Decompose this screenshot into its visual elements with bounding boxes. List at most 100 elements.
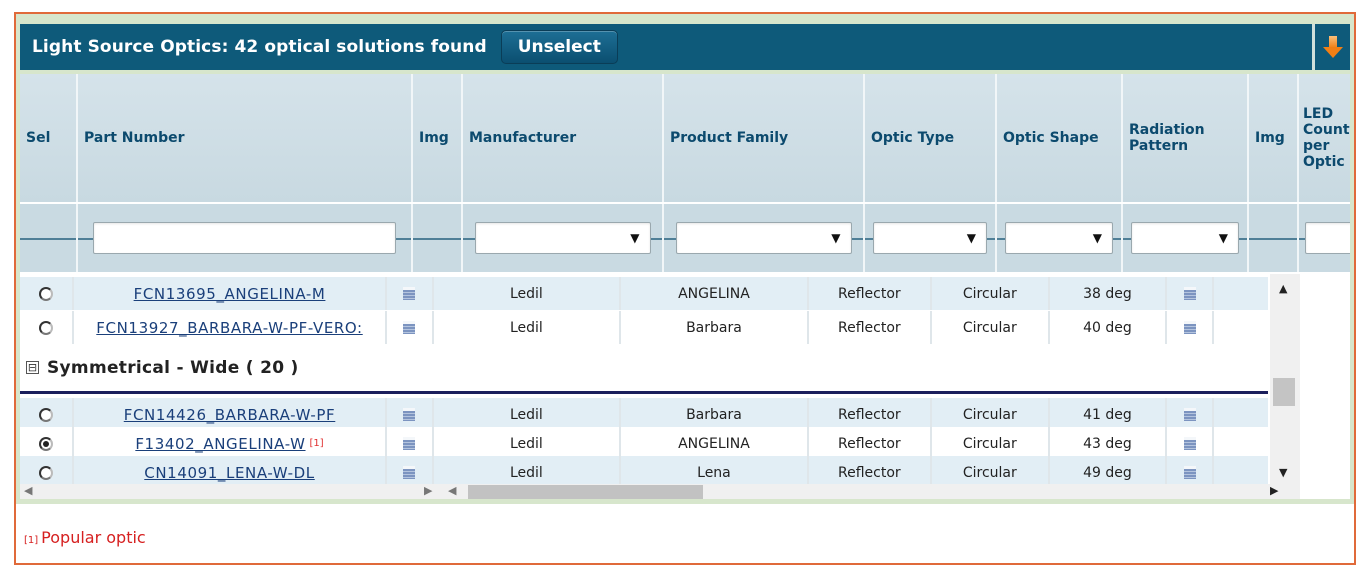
table-row[interactable]: CN14091_LENA-W-DL Ledil Lena Reflector Circu…	[20, 456, 1268, 484]
image-thumbnail-icon[interactable]	[1183, 287, 1196, 300]
col-header-optic-type[interactable]: Optic Type	[865, 74, 997, 202]
grid-body: ⊟ Symmetrical - Wide ( 20 ) FCN13695_ANG…	[20, 274, 1268, 484]
radiation-pattern-cell: 49 deg	[1050, 456, 1168, 484]
image-cell	[1167, 456, 1215, 484]
optic-type-cell: Reflector	[809, 456, 932, 484]
optic-type-filter-select[interactable]: ▼	[873, 222, 987, 254]
image-cell	[1167, 311, 1215, 344]
image-thumbnail-icon[interactable]	[1183, 408, 1196, 421]
part-number-link[interactable]: FCN13695_ANGELINA-M	[134, 285, 326, 303]
led-count-cell	[1214, 311, 1268, 344]
led-count-filter-input[interactable]	[1305, 222, 1350, 254]
image-thumbnail-icon[interactable]	[403, 466, 416, 479]
collapse-toggle-icon[interactable]: ⊟	[26, 361, 39, 374]
optics-grid: Sel Part Number Img Manufacturer Product…	[20, 74, 1350, 499]
radiation-pattern-filter-select[interactable]: ▼	[1131, 222, 1239, 254]
optic-type-cell: Reflector	[809, 277, 932, 310]
image-cell	[387, 311, 434, 344]
product-family-cell: Lena	[621, 456, 809, 484]
filter-cell-led-count	[1299, 204, 1350, 272]
select-cell	[20, 311, 75, 344]
row-select-radio[interactable]	[39, 286, 54, 301]
filter-cell-sel	[20, 204, 78, 272]
image-thumbnail-icon[interactable]	[1183, 466, 1196, 479]
scroll-left-arrow-icon[interactable]: ◀	[24, 484, 32, 497]
vertical-scrollbar[interactable]: ▲ ▼	[1270, 274, 1300, 484]
part-number-link[interactable]: F13402_ANGELINA-W	[135, 435, 305, 453]
product-family-cell: ANGELINA	[621, 277, 809, 310]
image-thumbnail-icon[interactable]	[403, 408, 416, 421]
row-select-radio[interactable]	[39, 407, 54, 422]
col-header-sel[interactable]: Sel	[20, 74, 78, 202]
footnote-mark: [1]	[24, 535, 39, 546]
row-select-radio[interactable]	[39, 320, 54, 335]
part-number-link[interactable]: FCN13927_BARBARA-W-PF-VERO:	[96, 319, 362, 337]
col-header-led-count[interactable]: LED Count per Optic	[1299, 74, 1350, 202]
part-number-cell: CN14091_LENA-W-DL	[74, 456, 387, 484]
scroll-left-arrow-icon[interactable]: ◀	[448, 484, 456, 497]
part-number-filter-input[interactable]	[93, 222, 396, 254]
horizontal-scroll-thumb[interactable]	[468, 485, 703, 499]
filter-row: ▼ ▼ ▼ ▼ ▼	[20, 204, 1350, 272]
manufacturer-cell: Ledil	[434, 456, 622, 484]
row-select-radio[interactable]	[39, 436, 54, 451]
filter-cell-radiation-pattern: ▼	[1123, 204, 1249, 272]
footnote-text: Popular optic	[41, 528, 146, 547]
image-thumbnail-icon[interactable]	[403, 287, 416, 300]
image-thumbnail-icon[interactable]	[403, 321, 416, 334]
scroll-right-arrow-icon[interactable]: ▶	[1270, 484, 1278, 497]
column-header-row: Sel Part Number Img Manufacturer Product…	[20, 74, 1350, 202]
led-count-cell	[1214, 456, 1268, 484]
dropdown-arrow-icon: ▼	[1218, 231, 1228, 245]
image-cell	[387, 277, 434, 310]
filter-cell-img-2	[1249, 204, 1299, 272]
col-header-img-2[interactable]: Img	[1249, 74, 1299, 202]
filter-cell-img	[413, 204, 463, 272]
image-thumbnail-icon[interactable]	[1183, 321, 1196, 334]
image-thumbnail-icon[interactable]	[1183, 437, 1196, 450]
scroll-up-arrow-icon[interactable]: ▲	[1279, 282, 1287, 295]
vertical-scroll-thumb[interactable]	[1273, 378, 1295, 406]
radiation-pattern-cell: 38 deg	[1050, 277, 1168, 310]
col-header-img[interactable]: Img	[413, 74, 463, 202]
optic-shape-filter-select[interactable]: ▼	[1005, 222, 1113, 254]
dropdown-arrow-icon: ▼	[831, 231, 841, 245]
manufacturer-filter-select[interactable]: ▼	[474, 222, 651, 254]
row-select-radio[interactable]	[39, 465, 54, 480]
image-cell	[387, 456, 434, 484]
col-header-manufacturer[interactable]: Manufacturer	[463, 74, 664, 202]
popular-optic-mark: [1]	[309, 438, 324, 449]
group-row-symmetrical-wide[interactable]: ⊟ Symmetrical - Wide ( 20 )	[20, 344, 1268, 394]
manufacturer-cell: Ledil	[434, 277, 622, 310]
main-horizontal-scrollbar[interactable]: ◀ ▶	[440, 484, 1300, 499]
filter-cell-optic-shape: ▼	[997, 204, 1123, 272]
col-header-product-family[interactable]: Product Family	[664, 74, 865, 202]
scroll-down-arrow-icon[interactable]: ▼	[1279, 466, 1287, 479]
results-title: Light Source Optics: 42 optical solution…	[32, 37, 487, 57]
scroll-right-arrow-icon[interactable]: ▶	[424, 484, 432, 497]
col-header-part-number[interactable]: Part Number	[78, 74, 413, 202]
col-header-radiation-pattern[interactable]: Radiation Pattern	[1123, 74, 1249, 202]
frozen-horizontal-scrollbar[interactable]: ◀ ▶	[20, 484, 440, 499]
col-header-optic-shape[interactable]: Optic Shape	[997, 74, 1123, 202]
table-row[interactable]: FCN13695_ANGELINA-M Ledil ANGELINA Reflecto…	[20, 277, 1268, 310]
optic-shape-cell: Circular	[932, 456, 1050, 484]
product-family-filter-select[interactable]: ▼	[675, 222, 852, 254]
product-family-cell: Barbara	[621, 311, 809, 344]
unselect-button[interactable]: Unselect	[500, 30, 618, 64]
image-thumbnail-icon[interactable]	[403, 437, 416, 450]
part-number-cell: FCN13695_ANGELINA-M	[74, 277, 387, 310]
part-number-cell: FCN13927_BARBARA-W-PF-VERO:	[74, 311, 387, 344]
radiation-pattern-cell: 40 deg	[1050, 311, 1168, 344]
optics-results-frame: Light Source Optics: 42 optical solution…	[14, 12, 1356, 565]
dropdown-arrow-icon: ▼	[630, 231, 640, 245]
part-number-link[interactable]: FCN14426_BARBARA-W-PF	[124, 406, 336, 424]
part-number-link[interactable]: CN14091_LENA-W-DL	[144, 464, 314, 482]
optic-type-cell: Reflector	[809, 311, 932, 344]
dropdown-arrow-icon: ▼	[1092, 231, 1102, 245]
table-row[interactable]: FCN13927_BARBARA-W-PF-VERO: Ledil Barbara R…	[20, 311, 1268, 344]
filter-cell-product-family: ▼	[664, 204, 865, 272]
dropdown-arrow-icon: ▼	[966, 231, 976, 245]
filter-cell-optic-type: ▼	[865, 204, 997, 272]
export-button[interactable]	[1312, 24, 1350, 70]
